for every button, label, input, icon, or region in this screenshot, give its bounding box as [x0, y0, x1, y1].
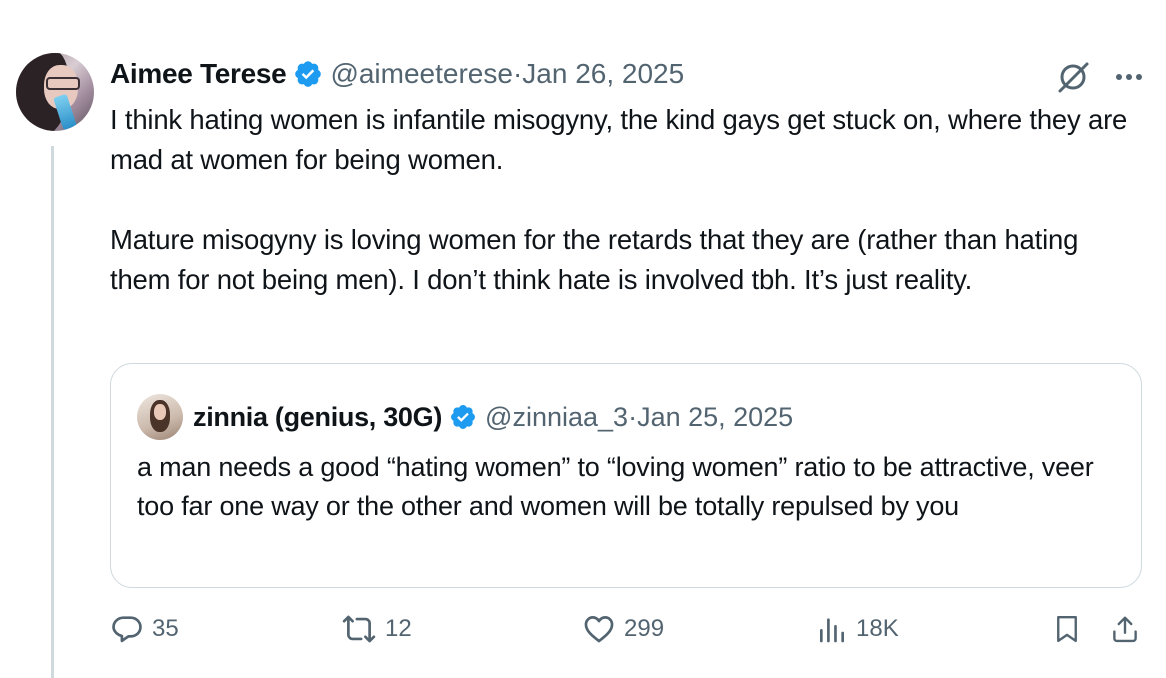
views-button[interactable]: 18K — [816, 612, 899, 646]
like-icon — [584, 616, 614, 643]
verified-badge-icon — [295, 61, 322, 87]
repost-icon — [342, 615, 376, 643]
share-button[interactable] — [1110, 612, 1148, 646]
repost-count: 12 — [385, 615, 412, 642]
views-icon — [820, 618, 844, 643]
author-handle[interactable]: @aimeeterese — [330, 58, 513, 90]
bookmark-icon — [1057, 615, 1077, 643]
quoted-tweet-header: zinnia (genius, 30G) @zinniaa_3 · Jan 25… — [137, 394, 793, 440]
reply-button[interactable]: 35 — [110, 612, 179, 646]
quoted-tweet-date: Jan 25, 2025 — [637, 401, 794, 432]
quoted-tweet-card[interactable]: zinnia (genius, 30G) @zinniaa_3 · Jan 25… — [110, 363, 1142, 588]
quoted-author-handle: @zinniaa_3 — [485, 401, 629, 432]
meta-separator: · — [512, 58, 523, 89]
thread-line — [51, 146, 54, 678]
tweet-text: I think hating women is infantile misogy… — [110, 104, 1128, 295]
repost-button[interactable]: 12 — [341, 612, 412, 646]
quoted-tweet-text: a man needs a good “hating women” to “lo… — [137, 452, 1094, 521]
reply-count: 35 — [152, 615, 179, 642]
tweet-date[interactable]: Jan 26, 2025 — [522, 58, 684, 90]
grok-icon[interactable] — [1054, 58, 1092, 96]
quoted-author-display-name: zinnia (genius, 30G) — [193, 401, 443, 432]
avatar-glasses — [46, 77, 80, 90]
quoted-avatar-face — [154, 404, 166, 420]
author-display-name[interactable]: Aimee Terese — [110, 58, 287, 90]
author-avatar[interactable] — [16, 53, 94, 131]
views-count: 18K — [856, 615, 899, 642]
quoted-author-avatar — [137, 394, 183, 440]
like-button[interactable]: 299 — [582, 612, 664, 646]
share-icon — [1113, 616, 1137, 643]
quoted-meta-separator: · — [628, 401, 638, 432]
tweet-actions-bar: 35 12 299 18K — [110, 612, 1146, 652]
tweet-header: Aimee Terese @aimeeterese · Jan 26, 2025 — [110, 57, 684, 91]
like-count: 299 — [624, 615, 665, 642]
quoted-verified-badge-icon — [451, 405, 476, 429]
reply-icon — [112, 616, 142, 643]
bookmark-button[interactable] — [1052, 612, 1090, 646]
header-actions — [1054, 58, 1144, 96]
more-icon[interactable] — [1114, 62, 1144, 92]
